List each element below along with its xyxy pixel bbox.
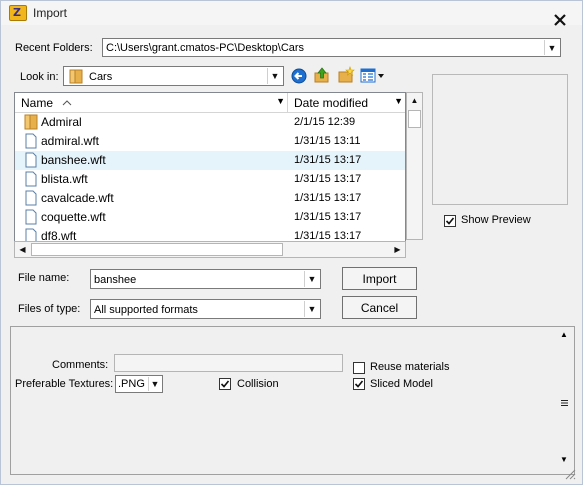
files-of-type-combo[interactable]: All supported formats ▼ bbox=[90, 299, 321, 319]
file-date: 1/31/15 13:17 bbox=[294, 173, 362, 185]
file-name-value: banshee bbox=[94, 274, 137, 286]
file-date: 2/1/15 12:39 bbox=[294, 116, 356, 128]
comments-field[interactable] bbox=[114, 354, 343, 372]
close-icon bbox=[554, 14, 566, 26]
file-date: 1/31/15 13:17 bbox=[294, 211, 362, 223]
cancel-button-label: Cancel bbox=[360, 301, 399, 315]
options-panel bbox=[10, 326, 575, 475]
title-bar bbox=[1, 1, 582, 25]
file-date: 1/31/15 13:17 bbox=[294, 192, 362, 204]
chevron-down-icon[interactable]: ▼ bbox=[544, 40, 559, 55]
list-item[interactable]: coquette.wft 1/31/15 13:17 bbox=[15, 208, 405, 227]
files-of-type-value: All supported formats bbox=[94, 304, 198, 316]
file-date: 1/31/15 13:17 bbox=[294, 154, 362, 166]
window-title: Import bbox=[33, 6, 68, 20]
column-header-name-label: Name bbox=[21, 96, 54, 110]
up-folder-button[interactable] bbox=[313, 66, 331, 84]
preferable-textures-label: Preferable Textures: bbox=[15, 378, 114, 390]
close-button[interactable] bbox=[552, 14, 568, 30]
reuse-materials-checkbox[interactable] bbox=[353, 362, 365, 374]
file-name: blista.wft bbox=[41, 172, 88, 186]
scroll-right-arrow-icon[interactable]: ▶ bbox=[390, 242, 405, 257]
collision-checkbox[interactable] bbox=[219, 378, 231, 390]
look-in-combo[interactable]: Cars ▼ bbox=[63, 66, 284, 86]
file-icon bbox=[25, 133, 37, 149]
reuse-materials-label: Reuse materials bbox=[370, 361, 450, 373]
file-date: 1/31/15 13:11 bbox=[294, 135, 361, 147]
file-name: banshee.wft bbox=[41, 153, 106, 167]
chevron-down-icon[interactable]: ▼ bbox=[148, 377, 161, 391]
chevron-down-icon[interactable]: ▼ bbox=[276, 96, 285, 106]
list-item[interactable]: Admiral 2/1/15 12:39 bbox=[15, 113, 405, 132]
chevron-down-icon[interactable]: ▼ bbox=[304, 301, 319, 317]
list-item-selected[interactable]: banshee.wft 1/31/15 13:17 bbox=[15, 151, 405, 170]
import-button[interactable]: Import bbox=[342, 267, 417, 290]
checkmark-icon bbox=[445, 217, 455, 225]
up-folder-icon bbox=[314, 67, 329, 83]
files-of-type-label: Files of type: bbox=[18, 303, 81, 315]
chevron-down-icon[interactable]: ▼ bbox=[394, 96, 403, 106]
file-name-input[interactable]: banshee ▼ bbox=[90, 269, 321, 289]
file-name: cavalcade.wft bbox=[41, 191, 114, 205]
list-item[interactable]: blista.wft 1/31/15 13:17 bbox=[15, 170, 405, 189]
preferable-textures-select[interactable]: .PNG ▼ bbox=[115, 375, 163, 393]
file-icon bbox=[25, 190, 37, 206]
list-item[interactable]: admiral.wft 1/31/15 13:11 bbox=[15, 132, 405, 151]
file-name: Admiral bbox=[41, 115, 82, 129]
file-list-vertical-scrollbar[interactable]: ▲ bbox=[406, 92, 423, 240]
show-preview-checkbox[interactable] bbox=[444, 215, 456, 227]
checkmark-icon bbox=[220, 380, 230, 388]
app-icon: Z bbox=[9, 5, 27, 21]
file-name: admiral.wft bbox=[41, 134, 100, 148]
scroll-left-arrow-icon[interactable]: ◀ bbox=[15, 242, 30, 257]
file-list[interactable]: Name ▼ Date modified ▼ Admiral 2/1/15 12… bbox=[14, 92, 406, 256]
sliced-model-label: Sliced Model bbox=[370, 378, 433, 390]
resize-grip-icon[interactable] bbox=[564, 468, 576, 480]
file-icon bbox=[25, 152, 37, 168]
scroll-up-arrow-icon[interactable]: ▲ bbox=[407, 93, 422, 108]
sort-ascending-icon bbox=[62, 100, 72, 106]
comments-label: Comments: bbox=[52, 359, 109, 371]
list-item[interactable]: cavalcade.wft 1/31/15 13:17 bbox=[15, 189, 405, 208]
file-list-horizontal-scrollbar[interactable]: ◀ ▶ bbox=[14, 241, 406, 258]
collision-label: Collision bbox=[237, 378, 279, 390]
look-in-label: Look in: bbox=[20, 71, 59, 83]
look-in-value: Cars bbox=[89, 71, 113, 83]
back-arrow-icon bbox=[291, 68, 307, 84]
panel-scroll-up-icon[interactable]: ▲ bbox=[560, 330, 568, 339]
scrollbar-thumb[interactable] bbox=[31, 243, 283, 256]
panel-scroll-grip-icon[interactable] bbox=[560, 398, 569, 406]
preferable-textures-value: .PNG bbox=[118, 378, 145, 390]
show-preview-label: Show Preview bbox=[461, 214, 531, 226]
file-list-header: Name ▼ Date modified ▼ bbox=[15, 93, 405, 113]
checkmark-icon bbox=[354, 380, 364, 388]
panel-scroll-down-icon[interactable]: ▼ bbox=[560, 455, 568, 464]
file-name-label: File name: bbox=[18, 272, 70, 284]
folder-icon bbox=[69, 69, 83, 84]
recent-folders-value: C:\Users\grant.cmatos-PC\Desktop\Cars bbox=[106, 42, 305, 54]
file-name: coquette.wft bbox=[41, 210, 106, 224]
recent-folders-combo[interactable]: C:\Users\grant.cmatos-PC\Desktop\Cars ▼ bbox=[102, 38, 561, 57]
file-icon bbox=[25, 171, 37, 187]
chevron-down-icon[interactable]: ▼ bbox=[304, 271, 319, 287]
view-menu-button[interactable] bbox=[360, 67, 386, 85]
column-header-date-label: Date modified bbox=[294, 96, 369, 110]
column-header-name[interactable]: Name ▼ bbox=[15, 93, 288, 112]
view-grid-icon bbox=[360, 68, 384, 83]
cancel-button[interactable]: Cancel bbox=[342, 296, 417, 319]
import-button-label: Import bbox=[362, 272, 397, 286]
new-folder-icon bbox=[338, 66, 355, 83]
column-header-date[interactable]: Date modified ▼ bbox=[288, 93, 405, 112]
file-icon bbox=[25, 209, 37, 225]
recent-folders-label: Recent Folders: bbox=[15, 42, 93, 54]
chevron-down-icon[interactable]: ▼ bbox=[267, 68, 282, 84]
scrollbar-thumb[interactable] bbox=[408, 110, 421, 128]
folder-icon bbox=[24, 114, 38, 130]
sliced-model-checkbox[interactable] bbox=[353, 378, 365, 390]
preview-pane bbox=[432, 74, 568, 205]
new-folder-button[interactable] bbox=[337, 66, 355, 84]
back-button[interactable] bbox=[290, 67, 308, 85]
